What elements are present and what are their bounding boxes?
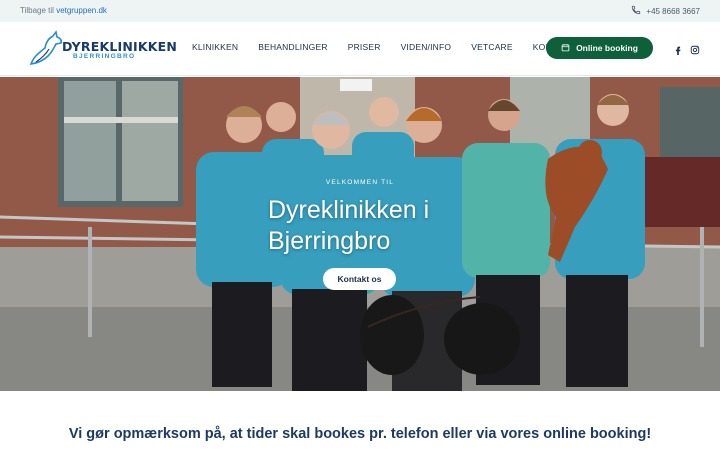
facebook-icon[interactable] — [673, 42, 683, 60]
back-link-row: Tilbage til vetgruppen.dk — [20, 6, 107, 15]
back-prefix: Tilbage til — [20, 6, 54, 15]
nav-item-priser[interactable]: PRISER — [348, 42, 381, 52]
online-booking-button[interactable]: Online booking — [546, 37, 653, 59]
contact-button[interactable]: Kontakt os — [323, 268, 396, 290]
nav-item-behandlinger[interactable]: BEHANDLINGER — [258, 42, 327, 52]
phone-contact[interactable]: +45 8668 3667 — [631, 5, 700, 17]
online-booking-label: Online booking — [576, 43, 638, 53]
utility-bar: Tilbage til vetgruppen.dk +45 8668 3667 — [0, 0, 720, 22]
nav-item-viden-info[interactable]: VIDEN/INFO — [401, 42, 452, 52]
logo-name: DYREKLINIKKEN — [62, 39, 178, 54]
phone-number: +45 8668 3667 — [646, 6, 700, 16]
nav-item-vetcare[interactable]: VETCARE — [471, 42, 513, 52]
hero-eyebrow: VELKOMMEN TIL — [325, 179, 395, 186]
back-link[interactable]: vetgruppen.dk — [56, 6, 107, 15]
site-logo[interactable]: DYREKLINIKKEN BJERRINGBRO — [28, 30, 177, 68]
logo-subtitle: BJERRINGBRO — [73, 53, 136, 60]
nav-item-klinikken[interactable]: KLINIKKEN — [192, 42, 238, 52]
hero-section: VELKOMMEN TIL Dyreklinikken i Bjerringbr… — [0, 77, 720, 391]
calendar-icon — [561, 43, 570, 54]
phone-icon — [631, 5, 641, 17]
instagram-icon[interactable] — [690, 42, 700, 60]
hero-title: Dyreklinikken i Bjerringbro — [268, 196, 430, 255]
booking-notice: Vi gør opmærksom på, at tider skal booke… — [68, 426, 652, 442]
site-header: DYREKLINIKKEN BJERRINGBRO KLINIKKEN BEHA… — [0, 22, 720, 76]
main-nav: KLINIKKEN BEHANDLINGER PRISER VIDEN/INFO… — [192, 42, 574, 52]
